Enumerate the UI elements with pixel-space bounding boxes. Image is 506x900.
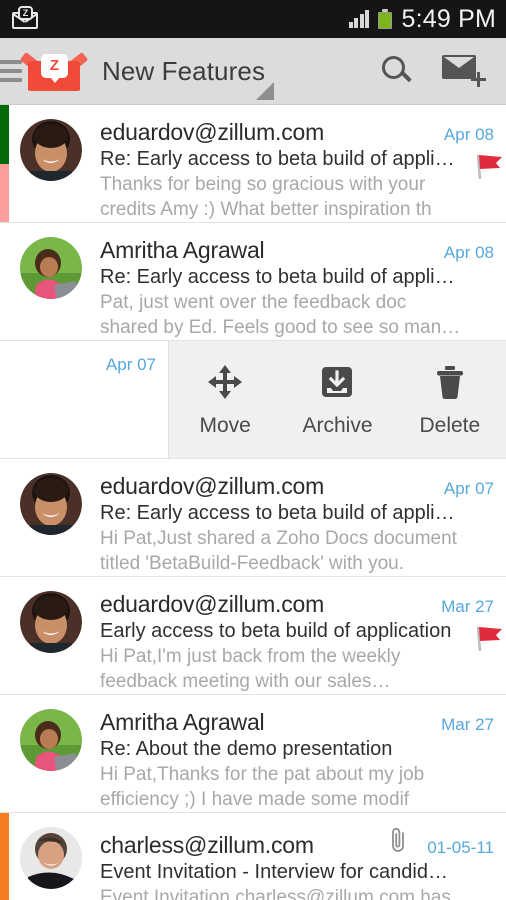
email-date: Mar 27: [441, 597, 494, 616]
email-snippet: e not turned ccount af: [0, 401, 156, 451]
status-bar: Z 5:49 PM: [0, 0, 506, 38]
list-item[interactable]: charless@zillum.com 01-05-11 Event Invit…: [0, 813, 506, 900]
avatar: [20, 237, 82, 299]
email-date: Apr 08: [443, 243, 494, 262]
flag-icon[interactable]: [470, 149, 504, 183]
compose-mail-icon[interactable]: [442, 55, 486, 87]
page-title[interactable]: New Features: [102, 56, 265, 87]
label-color-strip: [0, 813, 9, 900]
email-subject: Early access to beta build of applicatio…: [100, 620, 452, 642]
list-item[interactable]: eduardov@zillum.com Apr 07 Re: Early acc…: [0, 459, 506, 577]
archive-button[interactable]: Archive: [281, 341, 393, 458]
email-subject: Re: Early access to beta build of applic…: [100, 266, 486, 288]
email-date: 01-05-11: [427, 838, 494, 857]
avatar: [20, 709, 82, 771]
zoho-mail-notification-icon: Z: [12, 6, 38, 30]
email-subject: Re: Early access to beta build of applic…: [100, 502, 486, 524]
search-icon[interactable]: [382, 56, 412, 86]
email-sender: eduardov@zillum.com: [100, 119, 325, 145]
email-date: Apr 07: [105, 355, 156, 374]
mail-list: eduardov@zillum.com Apr 08 Re: Early acc…: [0, 105, 506, 900]
snippet-line: e not turned: [0, 401, 126, 426]
logo-letter: Z: [41, 54, 68, 83]
email-subject: d of applicati…: [0, 377, 156, 400]
move-label: Move: [199, 414, 251, 437]
label-color-strip: [0, 105, 9, 222]
list-item[interactable]: eduardov@zillum.com Apr 08 Re: Early acc…: [0, 105, 506, 223]
avatar: [20, 591, 82, 653]
move-button[interactable]: Move: [169, 341, 281, 458]
notification-badge-letter: Z: [18, 6, 33, 20]
list-item[interactable]: Amritha Agrawal Mar 27 Re: About the dem…: [0, 695, 506, 813]
flag-icon[interactable]: [470, 621, 504, 655]
email-subject: Re: Early access to beta build of applic…: [100, 148, 486, 170]
folder-dropdown-caret-icon[interactable]: [256, 82, 274, 100]
email-sender: eduardov@zillum.com: [100, 473, 325, 499]
archive-label: Archive: [302, 414, 373, 437]
avatar: [20, 119, 82, 181]
avatar: [20, 473, 82, 535]
list-item[interactable]: eduardov@zillum.com Mar 27 Early access …: [0, 577, 506, 695]
email-date: Apr 08: [443, 125, 494, 144]
archive-download-icon: [322, 367, 353, 397]
move-arrows-icon: [208, 365, 243, 399]
list-item-swiped[interactable]: Apr 07 d of applicati… e not turned ccou…: [0, 341, 506, 459]
status-bar-clock: 5:49 PM: [401, 4, 496, 33]
email-sender: eduardov@zillum.com: [100, 591, 325, 617]
avatar: [20, 827, 82, 889]
email-snippet: Thanks for being so gracious with your c…: [100, 174, 432, 220]
delete-label: Delete: [419, 414, 481, 437]
email-subject: Re: About the demo presentation: [100, 738, 393, 760]
delete-button[interactable]: Delete: [394, 341, 506, 458]
email-subject: Event Invitation - Interview for candida…: [100, 861, 476, 883]
email-date: Apr 07: [443, 479, 494, 498]
email-date: Mar 27: [441, 715, 494, 734]
attachment-clip-icon: [392, 827, 405, 852]
email-snippet: Hi Pat,Just shared a Zoho Docs document …: [100, 528, 457, 574]
email-snippet: Hi Pat,Thanks for the pat about my job e…: [100, 764, 425, 810]
email-snippet: Hi Pat,I'm just back from the weekly fee…: [100, 646, 401, 692]
battery-icon: [378, 9, 393, 29]
list-item[interactable]: Amritha Agrawal Apr 08 Re: Early access …: [0, 223, 506, 341]
zoho-mail-logo-icon[interactable]: Z: [19, 50, 89, 92]
hamburger-menu-icon[interactable]: [0, 60, 22, 82]
snippet-line: ccount af: [0, 426, 126, 451]
swipe-action-panel: Move Archive Delete: [168, 341, 506, 458]
app-bar: Z New Features: [0, 38, 506, 105]
email-sender: charless@zillum.com: [100, 832, 314, 858]
email-sender: Amritha Agrawal: [100, 237, 265, 263]
trash-delete-icon: [436, 366, 463, 399]
swiped-email-content: Apr 07 d of applicati… e not turned ccou…: [0, 341, 168, 458]
signal-bars-icon: [348, 10, 370, 28]
email-sender: Amritha Agrawal: [100, 709, 265, 735]
email-snippet: Pat, just went over the feedback doc sha…: [100, 292, 461, 338]
email-snippet: Event Invitation charless@zillum.com has: [100, 887, 451, 900]
